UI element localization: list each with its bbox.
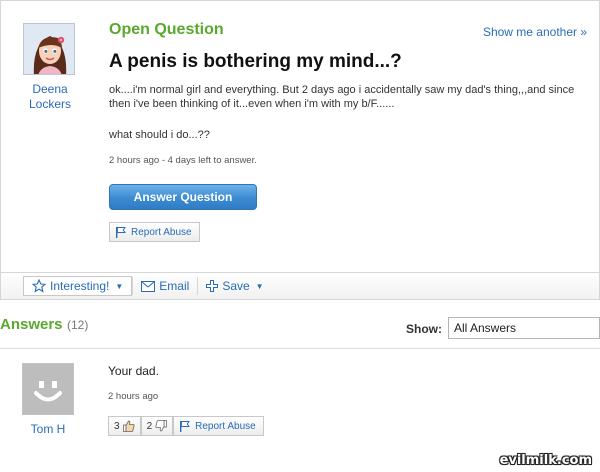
question-followup: what should i do...?? xyxy=(109,129,210,141)
save-button[interactable]: Save ▼ xyxy=(198,276,271,296)
chevron-down-icon: ▼ xyxy=(255,281,264,291)
thumbs-down-button[interactable]: 2 xyxy=(140,416,174,436)
star-icon xyxy=(32,279,46,293)
answer-text: Your dad. xyxy=(108,364,159,378)
answerer-profile: Tom H xyxy=(22,363,74,436)
asker-profile: Deena Lockers xyxy=(23,23,77,112)
plus-icon xyxy=(206,280,219,292)
thumbs-up-button[interactable]: 3 xyxy=(108,416,141,436)
question-title: A penis is bothering my mind...? xyxy=(109,51,402,72)
email-button[interactable]: Email xyxy=(133,276,197,296)
answers-count: (12) xyxy=(66,318,89,332)
envelope-icon xyxy=(141,280,156,292)
answer-report-abuse-button[interactable]: Report Abuse xyxy=(173,416,264,436)
thumbs-down-count: 2 xyxy=(146,420,153,432)
answer-meta: 2 hours ago xyxy=(108,391,159,402)
answer-actions: 3 2 Report Abuse xyxy=(108,416,264,436)
show-filter-select[interactable]: All Answers xyxy=(448,317,600,339)
answerer-avatar[interactable] xyxy=(22,363,74,415)
thumbs-down-icon xyxy=(155,420,168,432)
girl-avatar-icon xyxy=(24,24,74,74)
watermark: evilmilk.com xyxy=(499,453,592,468)
question-action-bar: Interesting! ▼ Email Save ▼ xyxy=(0,272,600,300)
chevron-down-icon: ▼ xyxy=(115,281,124,291)
smiley-avatar-icon xyxy=(23,364,73,414)
answers-title: Answers xyxy=(0,316,63,333)
answer-report-abuse-label: Report Abuse xyxy=(195,420,256,432)
question-status-label: Open Question xyxy=(109,21,224,38)
question-body: ok....i'm normal girl and everything. Bu… xyxy=(109,84,575,110)
asker-avatar[interactable] xyxy=(23,23,75,75)
show-filter-label: Show: xyxy=(406,322,442,336)
report-abuse-label: Report Abuse xyxy=(131,226,192,238)
flag-icon xyxy=(180,421,191,432)
interesting-label: Interesting! xyxy=(50,279,110,293)
thumbs-up-count: 3 xyxy=(114,420,120,432)
question-panel: Deena Lockers Open Question Show me anot… xyxy=(0,0,600,272)
show-another-link[interactable]: Show me another » xyxy=(483,25,587,39)
answers-divider xyxy=(0,348,600,349)
flag-icon xyxy=(116,227,126,238)
save-label: Save xyxy=(222,279,250,293)
interesting-button[interactable]: Interesting! ▼ xyxy=(23,276,133,296)
question-meta: 2 hours ago - 4 days left to answer. xyxy=(109,155,257,166)
answer-question-button[interactable]: Answer Question xyxy=(109,184,257,210)
asker-name-link[interactable]: Deena Lockers xyxy=(23,82,77,112)
show-filter-value: All Answers xyxy=(454,321,517,335)
answerer-name-link[interactable]: Tom H xyxy=(22,422,74,436)
thumbs-up-icon xyxy=(122,420,135,432)
email-label: Email xyxy=(159,279,190,293)
answers-heading: Answers (12) xyxy=(0,316,88,334)
report-abuse-button[interactable]: Report Abuse xyxy=(109,222,200,242)
